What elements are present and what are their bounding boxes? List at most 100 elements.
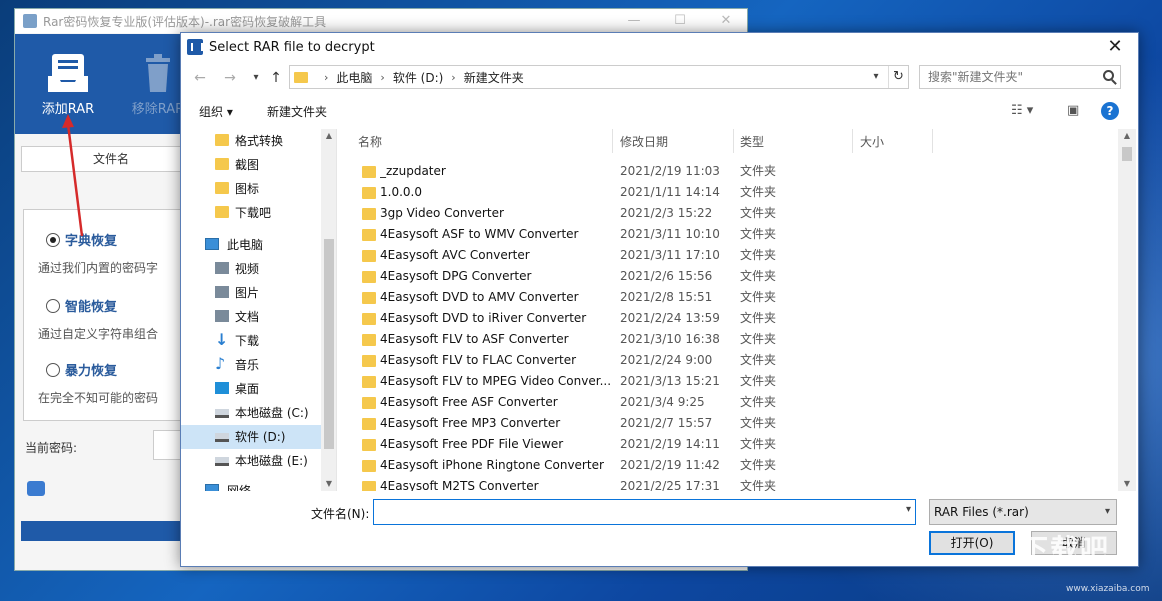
file-type: 文件夹 — [740, 353, 777, 367]
scroll-up-icon[interactable]: ▲ — [321, 129, 336, 143]
dialog-close-button[interactable]: ✕ — [1096, 33, 1134, 61]
file-row[interactable]: 4Easysoft DPG Converter 2021/2/6 15:56 文件夹 — [338, 266, 1118, 287]
file-row[interactable]: 4Easysoft ASF to WMV Converter 2021/3/11 … — [338, 224, 1118, 245]
file-row[interactable]: 4Easysoft AVC Converter 2021/3/11 17:10 文件… — [338, 245, 1118, 266]
filename-input[interactable] — [374, 500, 884, 524]
chevron-right-icon[interactable]: › — [380, 71, 384, 84]
search-input[interactable] — [920, 66, 1090, 88]
computer-icon — [205, 238, 219, 250]
scroll-down-icon[interactable]: ▼ — [321, 477, 336, 491]
radio-icon[interactable] — [46, 363, 60, 377]
column-divider[interactable] — [852, 129, 853, 153]
sidebar-item-drive-e[interactable]: 本地磁盘 (E:) — [181, 449, 321, 473]
sidebar-item-screenshots[interactable]: 截图 — [181, 153, 321, 177]
help-icon[interactable]: ? — [1101, 102, 1119, 120]
maximize-button[interactable]: ☐ — [657, 9, 703, 33]
chevron-down-icon[interactable]: ▾ — [1105, 500, 1110, 524]
breadcrumb-item[interactable]: 此电脑 — [336, 69, 372, 86]
refresh-icon[interactable]: ↻ — [888, 66, 908, 88]
scrollbar-thumb[interactable] — [1122, 147, 1132, 161]
column-header-type[interactable]: 类型 — [740, 133, 764, 150]
chevron-down-icon[interactable]: ▾ — [906, 504, 911, 515]
filename-combobox[interactable]: ▾ — [373, 499, 916, 525]
column-divider[interactable] — [733, 129, 734, 153]
chat-icon[interactable] — [27, 481, 45, 496]
forward-arrow-icon[interactable]: → — [219, 67, 241, 89]
folder-icon — [362, 292, 376, 304]
scroll-up-icon[interactable]: ▲ — [1118, 129, 1136, 143]
column-header-row: ^ 名称 修改日期 类型 大小 — [338, 129, 1118, 153]
organize-menu-button[interactable]: 组织 ▾ — [199, 103, 233, 120]
chevron-right-icon[interactable]: › — [451, 71, 455, 84]
history-dropdown-icon[interactable]: ▾ — [245, 67, 267, 89]
folder-icon — [362, 250, 376, 262]
radio-icon[interactable] — [46, 299, 60, 313]
sidebar-item-music[interactable]: 音乐 — [181, 352, 321, 377]
mode-title: 智能恢复 — [65, 300, 118, 315]
up-arrow-icon[interactable]: ↑ — [265, 67, 287, 89]
folder-icon — [215, 158, 229, 170]
sidebar-item-drive-d[interactable]: 软件 (D:) — [181, 425, 321, 449]
start-bar[interactable] — [21, 521, 196, 541]
sidebar-item-downloads[interactable]: 下载 — [181, 328, 321, 353]
breadcrumb-item[interactable]: 软件 (D:) — [393, 69, 443, 86]
mode-smart[interactable]: 智能恢复 通过自定义字符串组合 — [38, 296, 158, 342]
breadcrumb-item[interactable]: 新建文件夹 — [464, 69, 524, 86]
address-bar[interactable]: › 此电脑 › 软件 (D:) › 新建文件夹 ▾ — [289, 65, 909, 89]
mode-title: 暴力恢复 — [65, 364, 118, 379]
sidebar-item-videos[interactable]: 视频 — [181, 257, 321, 281]
sidebar-item-xiazaiba[interactable]: 下载吧 — [181, 201, 321, 225]
sidebar-item-desktop[interactable]: 桌面 — [181, 377, 321, 401]
column-divider[interactable] — [932, 129, 933, 153]
file-row[interactable]: 3gp Video Converter 2021/2/3 15:22 文件夹 — [338, 203, 1118, 224]
search-box[interactable] — [919, 65, 1121, 89]
sidebar-item-pictures[interactable]: 图片 — [181, 281, 321, 305]
sidebar-item-icons[interactable]: 图标 — [181, 177, 321, 201]
folder-icon — [362, 397, 376, 409]
file-row[interactable]: 4Easysoft Free ASF Converter 2021/3/4 9:2… — [338, 392, 1118, 413]
column-header-name[interactable]: 名称 — [358, 133, 382, 150]
sidebar-item-format-convert[interactable]: 格式转换 — [181, 129, 321, 153]
mode-dictionary[interactable]: 字典恢复 通过我们内置的密码字 — [38, 230, 158, 276]
file-row[interactable]: 4Easysoft Free MP3 Converter 2021/2/7 15:… — [338, 413, 1118, 434]
sidebar-item-drive-c[interactable]: 本地磁盘 (C:) — [181, 401, 321, 425]
file-row[interactable]: _zzupdater 2021/2/19 11:03 文件夹 — [338, 161, 1118, 182]
file-row[interactable]: 4Easysoft FLV to FLAC Converter 2021/2/24… — [338, 350, 1118, 371]
file-row[interactable]: 1.0.0.0 2021/1/11 14:14 文件夹 — [338, 182, 1118, 203]
file-name-column-header[interactable]: 文件名 — [21, 146, 201, 172]
file-row[interactable]: 4Easysoft FLV to MPEG Video Conver... 202… — [338, 371, 1118, 392]
file-type: 文件夹 — [740, 185, 777, 199]
scroll-down-icon[interactable]: ▼ — [1118, 477, 1136, 491]
sidebar-scrollbar[interactable]: ▲ ▼ — [321, 129, 336, 491]
file-type: 文件夹 — [740, 479, 777, 491]
file-type-filter[interactable]: RAR Files (*.rar) ▾ — [929, 499, 1117, 525]
sidebar-item-network[interactable]: 网络 — [181, 479, 321, 491]
back-arrow-icon[interactable]: ← — [189, 67, 211, 89]
radio-selected-icon[interactable] — [46, 233, 60, 247]
file-row[interactable]: 4Easysoft DVD to AMV Converter 2021/2/8 1… — [338, 287, 1118, 308]
chevron-down-icon[interactable]: ▾ — [866, 66, 886, 88]
file-row[interactable]: 4Easysoft DVD to iRiver Converter 2021/2/… — [338, 308, 1118, 329]
new-folder-button[interactable]: 新建文件夹 — [267, 103, 327, 120]
close-button[interactable]: ✕ — [703, 9, 749, 33]
preview-pane-icon[interactable]: ▣ — [1067, 103, 1079, 118]
file-row[interactable]: 4Easysoft Free PDF File Viewer 2021/2/19 … — [338, 434, 1118, 455]
file-row[interactable]: 4Easysoft FLV to ASF Converter 2021/3/10 … — [338, 329, 1118, 350]
open-button[interactable]: 打开(O) — [929, 531, 1015, 555]
column-header-date[interactable]: 修改日期 — [620, 133, 668, 150]
sidebar-item-this-pc[interactable]: 此电脑 — [181, 233, 321, 257]
sidebar-item-documents[interactable]: 文档 — [181, 305, 321, 329]
folder-icon — [362, 439, 376, 451]
column-divider[interactable] — [612, 129, 613, 153]
file-date: 2021/2/7 15:57 — [620, 416, 713, 430]
file-row[interactable]: 4Easysoft iPhone Ringtone Converter 2021/… — [338, 455, 1118, 476]
file-row[interactable]: 4Easysoft M2TS Converter 2021/2/25 17:31 文… — [338, 476, 1118, 491]
column-header-size[interactable]: 大小 — [860, 133, 884, 150]
scrollbar-thumb[interactable] — [324, 239, 334, 449]
file-name: 4Easysoft iPhone Ringtone Converter — [380, 458, 604, 472]
view-options-icon[interactable]: ☷ ▾ — [1011, 103, 1033, 118]
mode-brute-force[interactable]: 暴力恢复 在完全不知可能的密码 — [38, 360, 158, 406]
minimize-button[interactable]: — — [611, 9, 657, 33]
file-list-scrollbar[interactable]: ▲ ▼ — [1118, 129, 1136, 491]
add-rar-button[interactable]: 添加RAR — [23, 52, 113, 117]
